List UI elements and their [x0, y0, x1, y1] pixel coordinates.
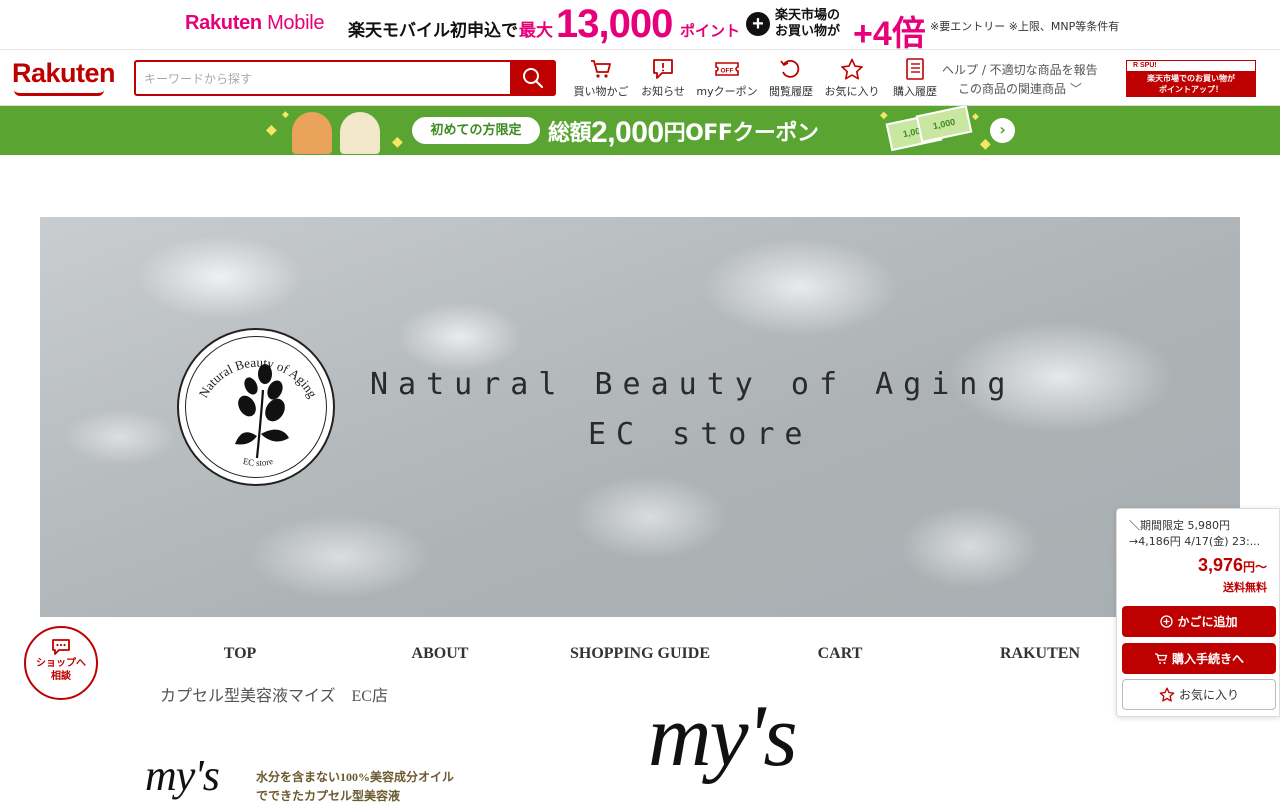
first-time-coupon-banner[interactable]: ◆ ◆ ◆ ◆ ◆ ◆ 初めての方限定 総額2,000円OFFクーポン 1,00…: [0, 106, 1280, 155]
promo-note: ※要エントリー ※上限、MNP等条件有: [930, 20, 1120, 33]
svg-text:Natural Beauty of Aging: Natural Beauty of Aging: [196, 355, 321, 401]
rakuten-logo[interactable]: Rakuten: [12, 58, 116, 96]
notice-icon: [653, 59, 673, 79]
spu-text: 楽天市場でのお買い物が ポイントアップ！: [1147, 74, 1235, 94]
promo-ichiba-text: 楽天市場の お買い物が: [775, 8, 841, 39]
mys-brand-logo: my's: [648, 688, 798, 785]
plus-circle-icon: [1160, 615, 1174, 628]
plus-icon: +: [746, 12, 770, 36]
chat-icon: [52, 639, 70, 655]
site-header: Rakuten 買い物かご お知らせ OFF myクーポン 閲覧履歴 お気に入り…: [0, 50, 1280, 106]
coupon-icon: OFF: [715, 62, 739, 76]
svg-text:OFF: OFF: [721, 68, 734, 75]
shop-nav-shopping-guide[interactable]: SHOPPING GUIDE: [540, 645, 740, 663]
first-time-label: 初めての方限定: [412, 117, 540, 144]
sparkle-icon: ◆: [392, 134, 403, 150]
search-input[interactable]: [144, 68, 504, 90]
search-box: [134, 60, 556, 96]
favorite-button[interactable]: お気に入り: [1122, 679, 1276, 710]
cart-icon: [1154, 653, 1168, 664]
consult-label: ショップへ 相談: [36, 658, 86, 682]
nav-label: 買い物かご: [573, 85, 629, 98]
rakuten-mobile-logo: Rakuten Mobile: [185, 12, 325, 34]
shop-nav-rakuten[interactable]: RAKUTEN: [940, 645, 1140, 663]
sparkle-icon: ◆: [972, 112, 979, 122]
promo-max-label: 最大: [519, 21, 553, 41]
help-links: ヘルプ / 不適切な商品を報告 この商品の関連商品 ﹀: [942, 61, 1098, 99]
nav-label: myクーポン: [696, 85, 758, 98]
sparkle-icon: ◆: [266, 122, 277, 138]
shop-consult-button[interactable]: ショップへ 相談: [24, 626, 98, 700]
nav-label: 購入履歴: [893, 85, 937, 98]
spu-label: R SPU!: [1127, 61, 1255, 71]
shop-nav-top[interactable]: TOP: [140, 645, 340, 663]
help-link[interactable]: ヘルプ / 不適切な商品を報告: [942, 63, 1098, 77]
nav-favorites[interactable]: お気に入り: [822, 56, 882, 102]
nav-label: お気に入り: [824, 85, 880, 98]
related-items-link[interactable]: この商品の関連商品 ﹀: [942, 82, 1082, 96]
coupon-headline: 総額2,000円OFFクーポン: [548, 116, 819, 149]
nav-label: 閲覧履歴: [769, 85, 813, 98]
promo-headline: 楽天モバイル初申込で: [348, 21, 518, 41]
history-icon: [780, 59, 800, 78]
nav-my-coupon[interactable]: OFF myクーポン: [694, 56, 760, 102]
chevron-right-icon[interactable]: ›: [990, 118, 1015, 143]
sale-period-text: ＼期間限定 5,980円: [1129, 519, 1230, 532]
mobile-promo-banner[interactable]: Rakuten Mobile 楽天モバイル初申込で 最大 13,000 ポイント…: [0, 0, 1280, 53]
shop-nav: TOP ABOUT SHOPPING GUIDE CART RAKUTEN: [140, 645, 1140, 669]
sale-price-text: →4,186円 4/17(金) 23:...: [1129, 535, 1261, 548]
list-icon: [906, 58, 924, 80]
shop-nav-cart[interactable]: CART: [740, 645, 940, 663]
star-icon: [841, 58, 863, 80]
flower-icon: Natural Beauty of Aging EC store: [196, 355, 321, 468]
floating-buy-panel: ＼期間限定 5,980円 →4,186円 4/17(金) 23:... 3,97…: [1116, 508, 1280, 717]
banner-title: Natural Beauty of Aging: [370, 367, 1016, 402]
product-tagline: 水分を含まない100%美容成分オイル でできたカプセル型美容液: [256, 770, 455, 803]
search-button[interactable]: [510, 60, 556, 96]
bill-illustration: 1,000: [915, 106, 973, 144]
checkout-button[interactable]: 購入手続きへ: [1122, 643, 1276, 674]
spu-banner[interactable]: R SPU! 楽天市場でのお買い物が ポイントアップ！: [1126, 60, 1256, 97]
price: 3,976円〜: [1197, 555, 1267, 575]
nav-purchase-history[interactable]: 購入履歴: [889, 56, 941, 102]
promo-multiplier: +4倍: [853, 15, 926, 53]
nav-notice[interactable]: お知らせ: [638, 56, 688, 102]
search-icon: [523, 68, 544, 89]
sparkle-icon: ◆: [880, 110, 888, 121]
add-to-cart-button[interactable]: かごに追加: [1122, 606, 1276, 637]
nav-history[interactable]: 閲覧履歴: [766, 56, 816, 102]
chevron-down-icon: ﹀: [1069, 82, 1082, 96]
shop-name: カプセル型美容液マイズ EC店: [160, 688, 388, 705]
nav-cart[interactable]: 買い物かご: [570, 56, 632, 102]
sparkle-icon: ◆: [282, 110, 289, 120]
person-illustration: [292, 112, 332, 154]
banner-subtitle: EC store: [588, 417, 813, 452]
nav-label: お知らせ: [641, 85, 685, 98]
cart-icon: [591, 60, 611, 78]
promo-points-unit: ポイント: [680, 22, 741, 40]
shop-hero-banner: Natural Beauty of Aging EC store Natural…: [40, 217, 1240, 617]
mys-brand-logo-small: my's: [145, 751, 220, 800]
sparkle-icon: ◆: [980, 136, 991, 152]
star-icon: [1159, 687, 1175, 702]
promo-points: 13,000: [556, 2, 673, 46]
shop-seal-logo: Natural Beauty of Aging EC store: [177, 328, 335, 486]
shop-nav-about[interactable]: ABOUT: [340, 645, 540, 663]
free-shipping-label: 送料無料: [1223, 581, 1267, 594]
person-illustration: [340, 112, 380, 154]
